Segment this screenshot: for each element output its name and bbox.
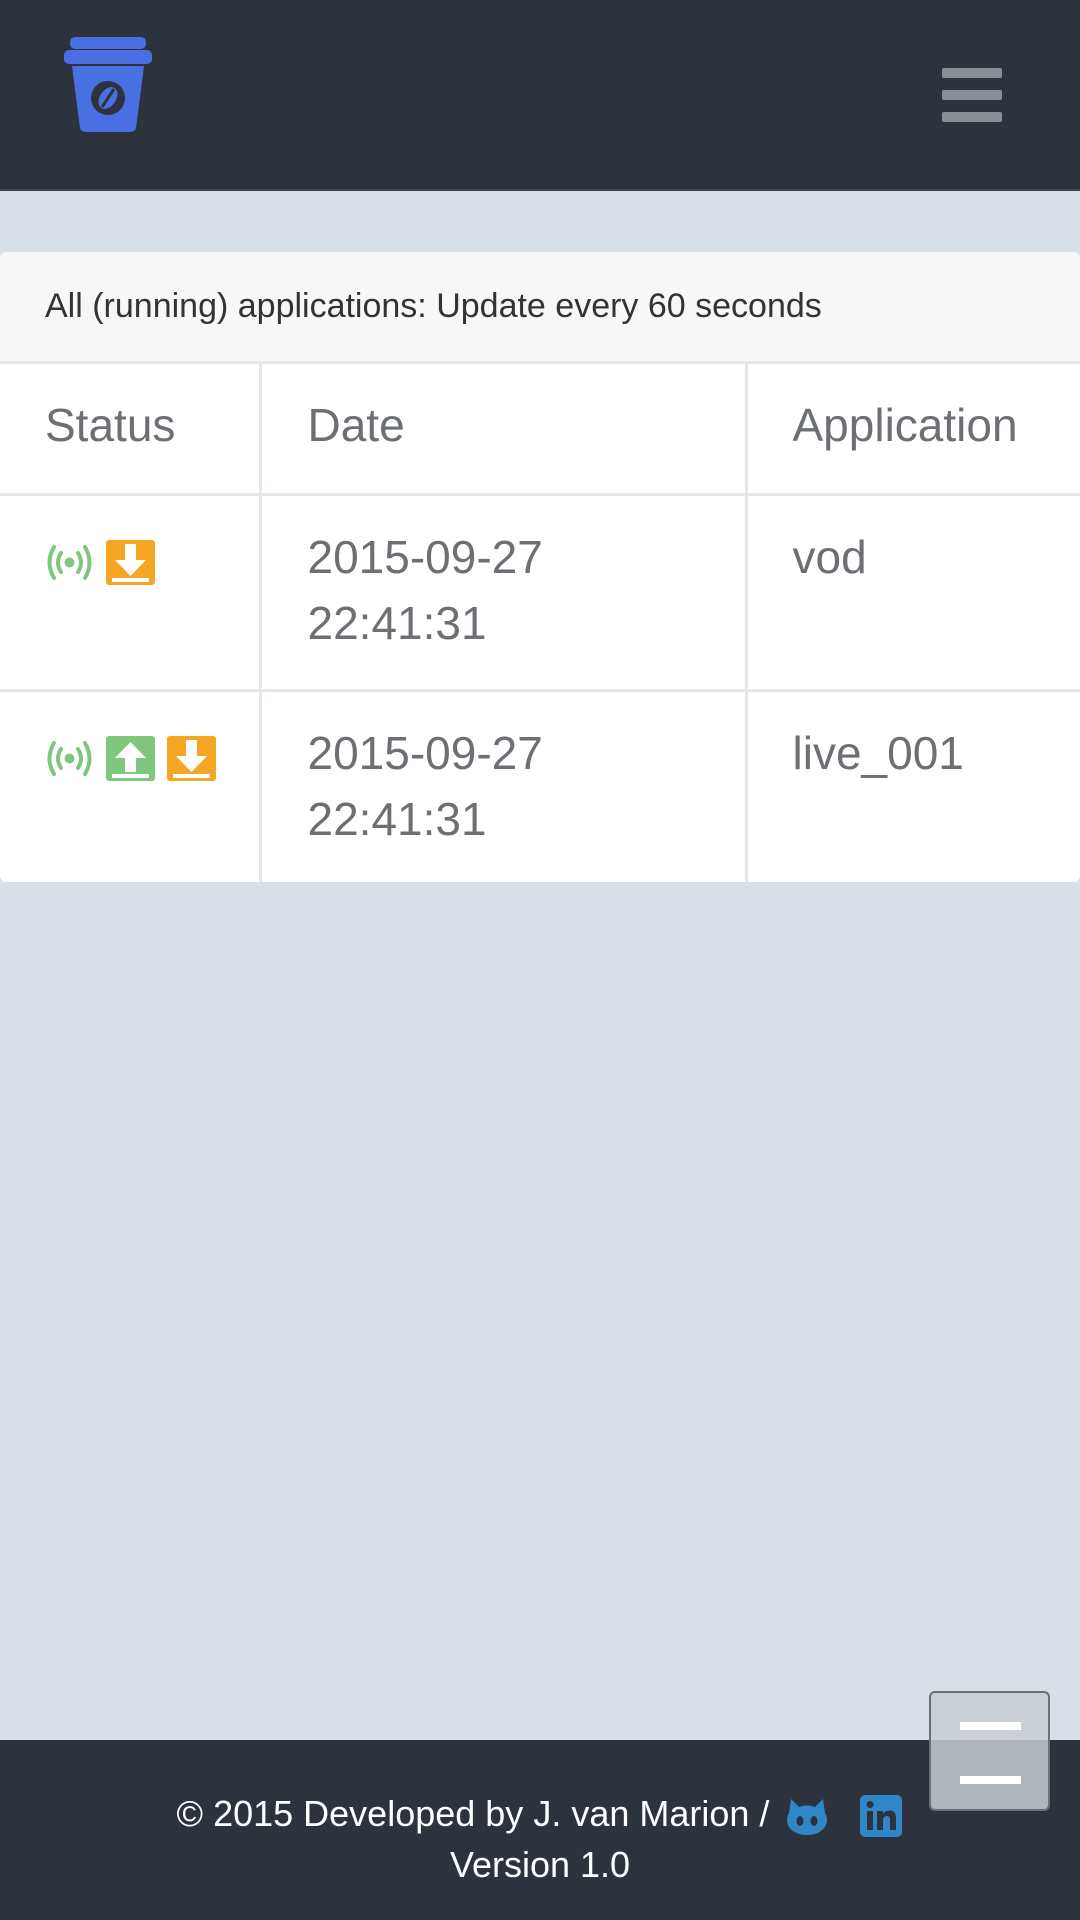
download-icon <box>167 732 216 781</box>
scroll-bar-line <box>960 1722 1021 1730</box>
application-cell: vod <box>746 494 1080 692</box>
menu-bar <box>942 68 1002 78</box>
column-header-application: Application <box>746 364 1080 496</box>
footer: © 2015 Developed by J. van Marion / Vers… <box>0 1740 1080 1920</box>
time-text: 22:41:31 <box>307 792 487 845</box>
column-header-status: Status <box>0 364 262 496</box>
applications-panel: All (running) applications: Update every… <box>0 252 1080 882</box>
column-header-date: Date <box>260 364 748 496</box>
date-cell: 2015-09-27 22:41:31 <box>260 494 748 692</box>
application-cell: live_001 <box>792 726 964 779</box>
table-header-row: Status Date Application <box>0 364 1080 496</box>
version-text: Version 1.0 <box>449 1844 631 1885</box>
date-text: 2015-09-27 <box>307 726 543 779</box>
coffee-cup-icon[interactable] <box>64 34 152 134</box>
applications-table: Status Date Application 2015-09-27 22:41… <box>0 364 1080 882</box>
broadcast-icon <box>45 536 94 581</box>
date-cell: 2015-09-27 22:41:31 <box>260 690 748 882</box>
github-icon[interactable] <box>785 1795 829 1837</box>
table-row[interactable]: 2015-09-27 22:41:31 live_001 <box>0 690 1080 882</box>
panel-heading: All (running) applications: Update every… <box>0 252 1080 364</box>
upload-icon <box>106 732 155 781</box>
scroll-top-button[interactable] <box>929 1691 1050 1811</box>
status-cell <box>0 690 262 882</box>
table-row[interactable]: 2015-09-27 22:41:31 vod <box>0 494 1080 692</box>
navbar <box>0 0 1080 191</box>
scroll-bar-line <box>960 1776 1021 1784</box>
download-icon <box>106 536 155 585</box>
footer-credits: © 2015 Developed by J. van Marion / <box>0 1793 1080 1838</box>
broadcast-icon <box>45 732 94 777</box>
date-text: 2015-09-27 <box>307 530 543 583</box>
menu-bar <box>942 90 1002 100</box>
menu-bar <box>942 112 1002 122</box>
hamburger-menu-icon[interactable] <box>934 60 1008 126</box>
copyright-text: © 2015 Developed by J. van Marion / <box>176 1793 770 1834</box>
time-text: 22:41:31 <box>307 596 487 649</box>
status-cell <box>0 494 262 692</box>
linkedin-icon[interactable] <box>859 1795 903 1838</box>
